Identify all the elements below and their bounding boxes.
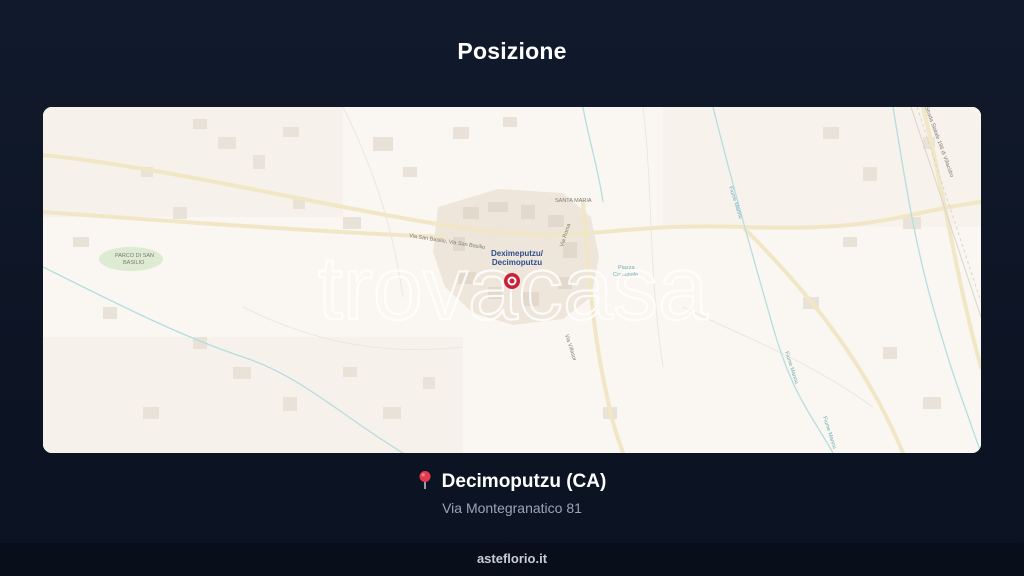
- park-label-line1: PARCO DI SAN: [115, 253, 154, 259]
- map-pin-icon: [418, 470, 432, 493]
- page-title: Posizione: [457, 38, 567, 64]
- location-marker[interactable]: [504, 273, 520, 289]
- district-label: SANTA MARIA: [555, 198, 592, 204]
- location-address: Via Montegranatico 81: [442, 500, 582, 516]
- footer-site-link[interactable]: asteflorio.it: [477, 551, 547, 566]
- map-view[interactable]: PARCO DI SAN BASILIO Via San Basilio, Vi…: [43, 107, 981, 453]
- map-canvas: PARCO DI SAN BASILIO Via San Basilio, Vi…: [43, 107, 981, 453]
- location-row: Decimoputzu (CA): [0, 470, 1024, 493]
- town-label-line2: Decimoputzu: [492, 258, 542, 267]
- footer: asteflorio.it: [0, 543, 1024, 576]
- park-label-line2: BASILIO: [123, 260, 145, 266]
- location-name: Decimoputzu (CA): [441, 471, 607, 492]
- town-label-line1: Deximeputzu/: [491, 249, 544, 258]
